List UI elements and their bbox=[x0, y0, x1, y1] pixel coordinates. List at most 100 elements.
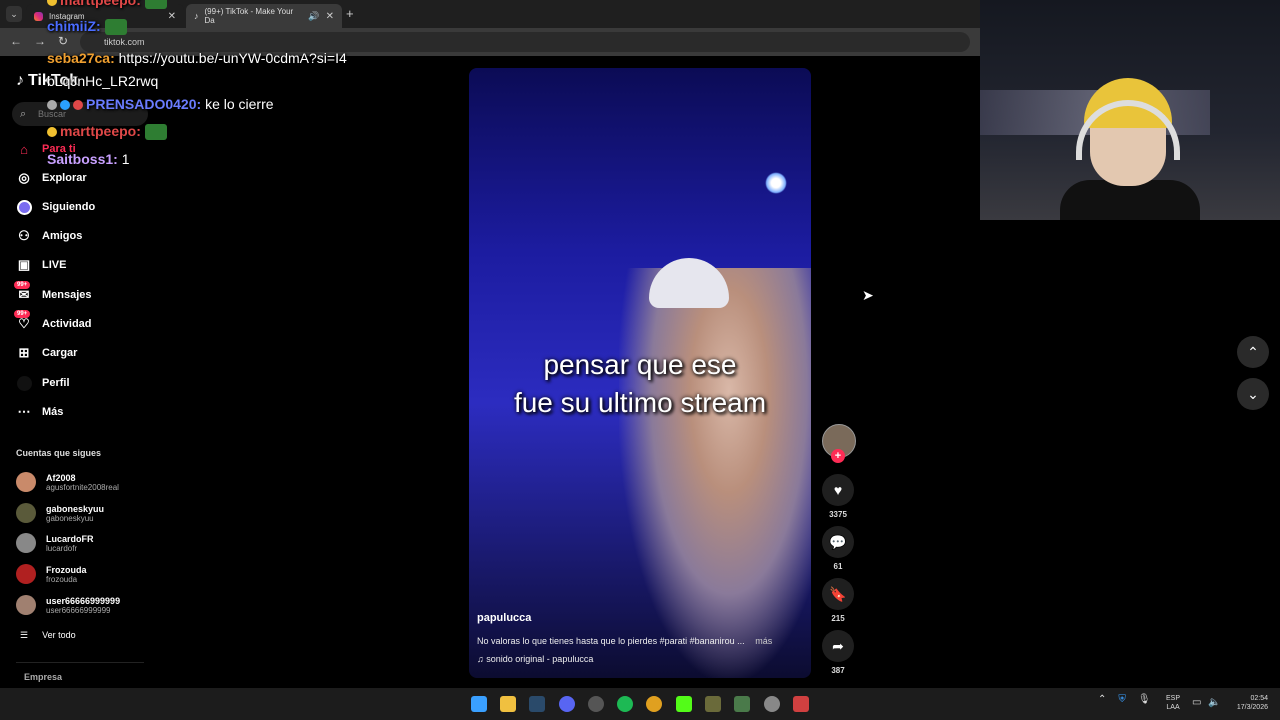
live-icon: ▣ bbox=[17, 257, 31, 272]
nav-live[interactable]: ▣ LIVE bbox=[16, 255, 67, 275]
video-author[interactable]: papulucca bbox=[477, 612, 531, 624]
chat-message: seba27ca: https://youtu.be/-unYW-0cdmA?s… bbox=[47, 50, 347, 89]
list-icon: ☰ bbox=[20, 630, 29, 640]
chrome-icon[interactable] bbox=[646, 696, 662, 712]
chat-text: 1 bbox=[121, 151, 130, 167]
language-indicator[interactable]: ESP LAA bbox=[1166, 694, 1180, 712]
divider bbox=[16, 662, 144, 663]
nav-label: Siguiendo bbox=[42, 201, 96, 213]
followed-account[interactable]: LucardoFR lucardofr bbox=[16, 533, 94, 553]
tiktok-icon: ♪ bbox=[16, 72, 24, 89]
next-video-button[interactable]: ⌄ bbox=[1237, 378, 1269, 410]
like-button[interactable]: ♥ bbox=[822, 474, 854, 506]
account-handle: lucardofr bbox=[46, 543, 78, 553]
kick-icon[interactable] bbox=[676, 696, 692, 712]
minecraft-icon[interactable] bbox=[734, 696, 750, 712]
video-description: No valoras lo que tienes hasta que lo pi… bbox=[477, 636, 807, 646]
account-handle: user66666999999 bbox=[46, 605, 111, 615]
nav-mas[interactable]: ⋯ Más bbox=[16, 402, 64, 422]
tab-search-button[interactable]: ⌄ bbox=[6, 6, 22, 22]
chat-badge bbox=[47, 127, 57, 138]
nav-label: Amigos bbox=[42, 230, 83, 242]
video-subject-cap bbox=[649, 258, 729, 308]
nav-mensajes[interactable]: ✉ 99+ Mensajes bbox=[14, 281, 92, 305]
followed-account[interactable]: Af2008 agusfortnite2008real bbox=[16, 472, 119, 492]
close-icon[interactable]: ✕ bbox=[326, 11, 334, 22]
ccleaner-icon[interactable] bbox=[764, 696, 780, 712]
nav-label: Cargar bbox=[42, 347, 78, 359]
music-note-icon: ♫ bbox=[477, 654, 484, 664]
spotify-icon[interactable] bbox=[617, 696, 633, 712]
nav-actividad[interactable]: ♡ 99+ Actividad bbox=[14, 310, 92, 334]
nav-siguiendo[interactable]: Siguiendo bbox=[16, 197, 95, 217]
app-icon[interactable] bbox=[588, 696, 604, 712]
chat-message: marttpeepo: bbox=[47, 123, 167, 141]
avatar bbox=[16, 595, 36, 615]
nav-cargar[interactable]: ⊞ Cargar bbox=[16, 343, 78, 363]
system-tray: ⌃ ⛨ 🎙 bbox=[1098, 694, 1151, 705]
new-tab-button[interactable]: + bbox=[346, 6, 354, 21]
forward-icon[interactable]: → bbox=[34, 34, 46, 48]
account-name: user66666999999 bbox=[46, 595, 121, 606]
display-icon[interactable]: ▭ bbox=[1192, 697, 1201, 708]
clock[interactable]: 02:54 17/3/2026 bbox=[1226, 694, 1268, 712]
account-handle: agusfortnite2008real bbox=[46, 482, 119, 492]
save-button[interactable]: 🔖 bbox=[822, 578, 854, 610]
reload-icon[interactable]: ↻ bbox=[58, 34, 68, 48]
chat-badge bbox=[47, 0, 57, 7]
speaker-icon[interactable]: 🔊 bbox=[308, 11, 319, 22]
chat-emote bbox=[144, 124, 167, 141]
defender-icon[interactable]: ⛨ bbox=[1118, 694, 1126, 705]
start-icon[interactable] bbox=[471, 696, 487, 712]
file-explorer-icon[interactable] bbox=[500, 696, 516, 712]
video-player[interactable]: pensar que ese fue su ultimo stream papu… bbox=[469, 68, 811, 678]
chat-text: ke lo cierre bbox=[205, 96, 274, 112]
account-name: Frozouda bbox=[46, 564, 87, 575]
previous-video-button[interactable]: ⌃ bbox=[1237, 336, 1269, 368]
discord-icon[interactable] bbox=[559, 696, 575, 712]
followed-account[interactable]: Frozouda frozouda bbox=[16, 564, 87, 584]
see-all-label: Ver todo bbox=[42, 630, 76, 640]
video-sound[interactable]: ♫ sonido original - papulucca bbox=[477, 654, 593, 664]
profile-icon bbox=[16, 375, 32, 391]
footer-link-empresa[interactable]: Empresa bbox=[24, 672, 62, 682]
keyboard-layout: LAA bbox=[1166, 704, 1180, 711]
windows-taskbar bbox=[0, 688, 1280, 720]
steam-icon[interactable] bbox=[529, 696, 545, 712]
comment-button[interactable]: 💬 bbox=[822, 526, 854, 558]
nav-explorar[interactable]: ◎ Explorar bbox=[16, 168, 87, 188]
follow-button[interactable]: + bbox=[831, 449, 845, 463]
chevron-down-icon: ⌄ bbox=[1247, 386, 1259, 402]
more-link[interactable]: más bbox=[755, 636, 772, 646]
volume-icon[interactable]: 🔈 bbox=[1208, 697, 1220, 708]
upload-icon: ⊞ bbox=[18, 345, 30, 360]
app-icon[interactable] bbox=[793, 696, 809, 712]
avatar bbox=[16, 564, 36, 584]
more-icon: ⋯ bbox=[17, 404, 31, 419]
stage-light bbox=[765, 172, 787, 194]
nav-label: Explorar bbox=[42, 172, 87, 184]
back-icon[interactable]: ← bbox=[10, 34, 22, 48]
nav-perfil[interactable]: Perfil bbox=[16, 373, 70, 393]
caption-line: pensar que ese bbox=[543, 349, 737, 380]
followed-account[interactable]: user66666999999 user66666999999 bbox=[16, 595, 120, 615]
chat-message: chimiiZ: bbox=[47, 18, 127, 36]
close-icon[interactable]: ✕ bbox=[168, 11, 176, 22]
microphone-icon[interactable]: 🎙 bbox=[1138, 694, 1151, 705]
comment-count: 61 bbox=[833, 562, 843, 571]
chevron-up-icon[interactable]: ⌃ bbox=[1098, 694, 1106, 705]
language-code: ESP bbox=[1166, 695, 1181, 702]
activity-icon: ♡ 99+ bbox=[14, 310, 32, 332]
followed-account[interactable]: gaboneskyuu gaboneskyuu bbox=[16, 503, 104, 523]
tab-tiktok[interactable]: ♪ (99+) TikTok - Make Your Da 🔊 ✕ bbox=[186, 4, 342, 28]
nav-label: Mensajes bbox=[42, 289, 92, 301]
chat-badge bbox=[47, 100, 57, 111]
app-icon[interactable] bbox=[705, 696, 721, 712]
nav-amigos[interactable]: ⚇ Amigos bbox=[16, 226, 82, 246]
share-button[interactable]: ➦ bbox=[822, 630, 854, 662]
chat-user: marttpeepo bbox=[60, 123, 137, 139]
chat-message: Saitboss1: 1 bbox=[47, 151, 130, 167]
see-all-link[interactable]: ☰ Ver todo bbox=[20, 630, 76, 641]
clock-time: 02:54 bbox=[1250, 695, 1268, 702]
save-count: 215 bbox=[831, 614, 845, 623]
